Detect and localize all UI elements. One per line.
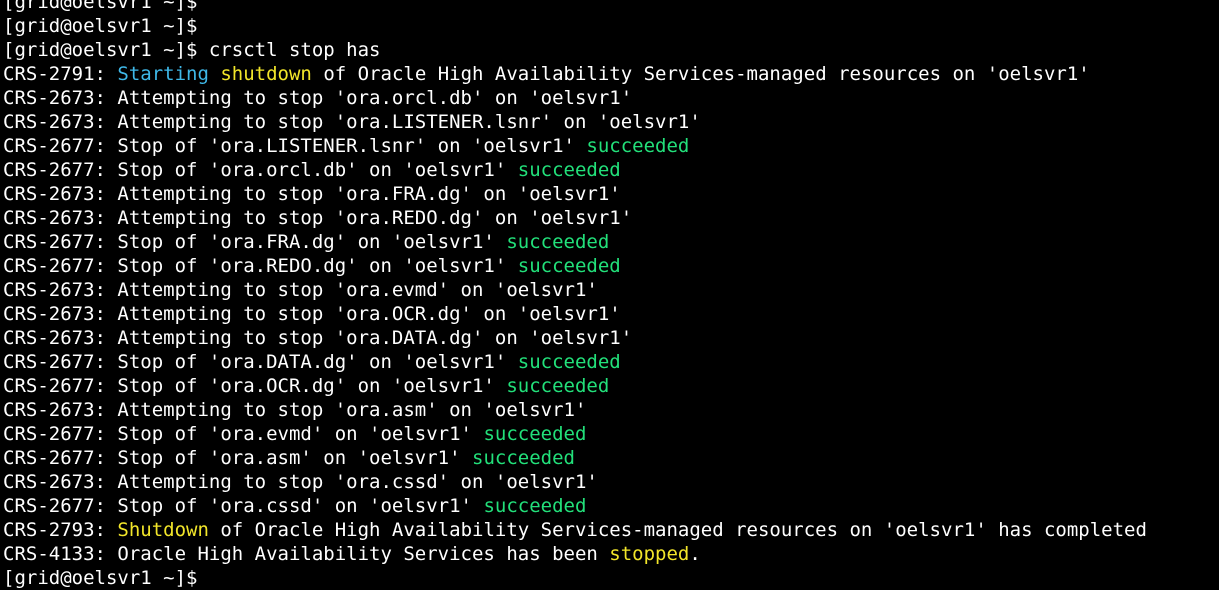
terminal-text: CRS-2677: Stop of 'ora.FRA.dg' on 'oelsv…: [3, 231, 507, 253]
terminal-text: .: [689, 543, 701, 565]
terminal-highlight-green: succeeded: [586, 135, 690, 157]
terminal-text: CRS-2791:: [3, 63, 118, 85]
terminal-line: [grid@oelsvr1 ~]$ crsctl stop has: [3, 38, 1219, 62]
terminal-text: CRS-2673: Attempting to stop 'ora.LISTEN…: [3, 111, 701, 133]
terminal-line: CRS-2791: Starting shutdown of Oracle Hi…: [3, 62, 1219, 86]
terminal-line: CRS-2673: Attempting to stop 'ora.cssd' …: [3, 470, 1219, 494]
terminal-line: CRS-4133: Oracle High Availability Servi…: [3, 542, 1219, 566]
terminal-highlight-green: succeeded: [483, 423, 587, 445]
terminal-text: CRS-2677: Stop of 'ora.DATA.dg' on 'oels…: [3, 351, 518, 373]
terminal-line: CRS-2673: Attempting to stop 'ora.LISTEN…: [3, 110, 1219, 134]
terminal-line: CRS-2673: Attempting to stop 'ora.OCR.dg…: [3, 302, 1219, 326]
terminal-line: CRS-2677: Stop of 'ora.evmd' on 'oelsvr1…: [3, 422, 1219, 446]
terminal-line: CRS-2677: Stop of 'ora.asm' on 'oelsvr1'…: [3, 446, 1219, 470]
terminal-line: CRS-2673: Attempting to stop 'ora.REDO.d…: [3, 206, 1219, 230]
terminal-line: CRS-2677: Stop of 'ora.FRA.dg' on 'oelsv…: [3, 230, 1219, 254]
terminal-text: CRS-2673: Attempting to stop 'ora.orcl.d…: [3, 87, 633, 109]
terminal-highlight-green: succeeded: [506, 231, 610, 253]
terminal-highlight-green: succeeded: [472, 447, 575, 469]
terminal-text: CRS-2677: Stop of 'ora.LISTENER.lsnr' on…: [3, 135, 587, 157]
terminal-text: CRS-4133: Oracle High Availability Servi…: [3, 543, 610, 565]
terminal-text: [grid@oelsvr1 ~]$: [3, 15, 198, 37]
terminal-line: [grid@oelsvr1 ~]$: [3, 14, 1219, 38]
terminal-highlight-yellow: shutdown: [220, 63, 312, 85]
terminal-line: CRS-2677: Stop of 'ora.cssd' on 'oelsvr1…: [3, 494, 1219, 518]
terminal-text: CRS-2677: Stop of 'ora.orcl.db' on 'oels…: [3, 159, 518, 181]
terminal-cursor: [197, 567, 198, 587]
terminal-highlight-cyan: Starting: [117, 63, 209, 85]
terminal-line: CRS-2677: Stop of 'ora.DATA.dg' on 'oels…: [3, 350, 1219, 374]
terminal-text: CRS-2677: Stop of 'ora.asm' on 'oelsvr1': [3, 447, 472, 469]
terminal-text: CRS-2673: Attempting to stop 'ora.asm' o…: [3, 399, 587, 421]
terminal-line: CRS-2673: Attempting to stop 'ora.DATA.d…: [3, 326, 1219, 350]
terminal-line: CRS-2793: Shutdown of Oracle High Availa…: [3, 518, 1219, 542]
terminal-text: CRS-2673: Attempting to stop 'ora.DATA.d…: [3, 327, 633, 349]
terminal-line: [grid@oelsvr1 ~]$: [3, 566, 1219, 590]
terminal-text: [grid@oelsvr1 ~]$: [3, 567, 198, 589]
terminal-text: [grid@oelsvr1 ~]$: [3, 0, 198, 13]
terminal-line: CRS-2673: Attempting to stop 'ora.FRA.dg…: [3, 182, 1219, 206]
terminal-output[interactable]: [grid@oelsvr1 ~]$ [grid@oelsvr1 ~]$ [grid@…: [3, 0, 1219, 590]
terminal-text: CRS-2673: Attempting to stop 'ora.evmd' …: [3, 279, 598, 301]
terminal-highlight-green: succeeded: [517, 159, 621, 181]
terminal-highlight-yellow: Shutdown: [117, 519, 209, 541]
terminal-text: CRS-2673: Attempting to stop 'ora.OCR.dg…: [3, 303, 621, 325]
terminal-text: CRS-2677: Stop of 'ora.OCR.dg' on 'oelsv…: [3, 375, 507, 397]
terminal-text: CRS-2793:: [3, 519, 118, 541]
terminal-line: CRS-2677: Stop of 'ora.OCR.dg' on 'oelsv…: [3, 374, 1219, 398]
terminal-line: CRS-2677: Stop of 'ora.LISTENER.lsnr' on…: [3, 134, 1219, 158]
terminal-highlight-green: succeeded: [517, 255, 621, 277]
terminal-line: CRS-2677: Stop of 'ora.orcl.db' on 'oels…: [3, 158, 1219, 182]
terminal-line: CRS-2673: Attempting to stop 'ora.asm' o…: [3, 398, 1219, 422]
terminal-line: CRS-2677: Stop of 'ora.REDO.dg' on 'oels…: [3, 254, 1219, 278]
terminal-text: CRS-2677: Stop of 'ora.REDO.dg' on 'oels…: [3, 255, 518, 277]
terminal-text: CRS-2673: Attempting to stop 'ora.REDO.d…: [3, 207, 633, 229]
terminal-line: CRS-2673: Attempting to stop 'ora.orcl.d…: [3, 86, 1219, 110]
terminal-text: of Oracle High Availability Services-man…: [208, 519, 1147, 541]
terminal-text: [grid@oelsvr1 ~]$ crsctl stop has: [3, 39, 381, 61]
terminal-text: of Oracle High Availability Services-man…: [311, 63, 1090, 85]
terminal-line: [grid@oelsvr1 ~]$: [3, 0, 1219, 14]
terminal-highlight-yellow: stopped: [609, 543, 690, 565]
terminal-line: CRS-2673: Attempting to stop 'ora.evmd' …: [3, 278, 1219, 302]
terminal-highlight-green: succeeded: [506, 375, 610, 397]
terminal-text: CRS-2673: Attempting to stop 'ora.cssd' …: [3, 471, 598, 493]
terminal-highlight-green: succeeded: [483, 495, 587, 517]
terminal-text: CRS-2677: Stop of 'ora.evmd' on 'oelsvr1…: [3, 423, 484, 445]
terminal-text: CRS-2677: Stop of 'ora.cssd' on 'oelsvr1…: [3, 495, 484, 517]
terminal-highlight-green: succeeded: [517, 351, 621, 373]
terminal-text: CRS-2673: Attempting to stop 'ora.FRA.dg…: [3, 183, 621, 205]
